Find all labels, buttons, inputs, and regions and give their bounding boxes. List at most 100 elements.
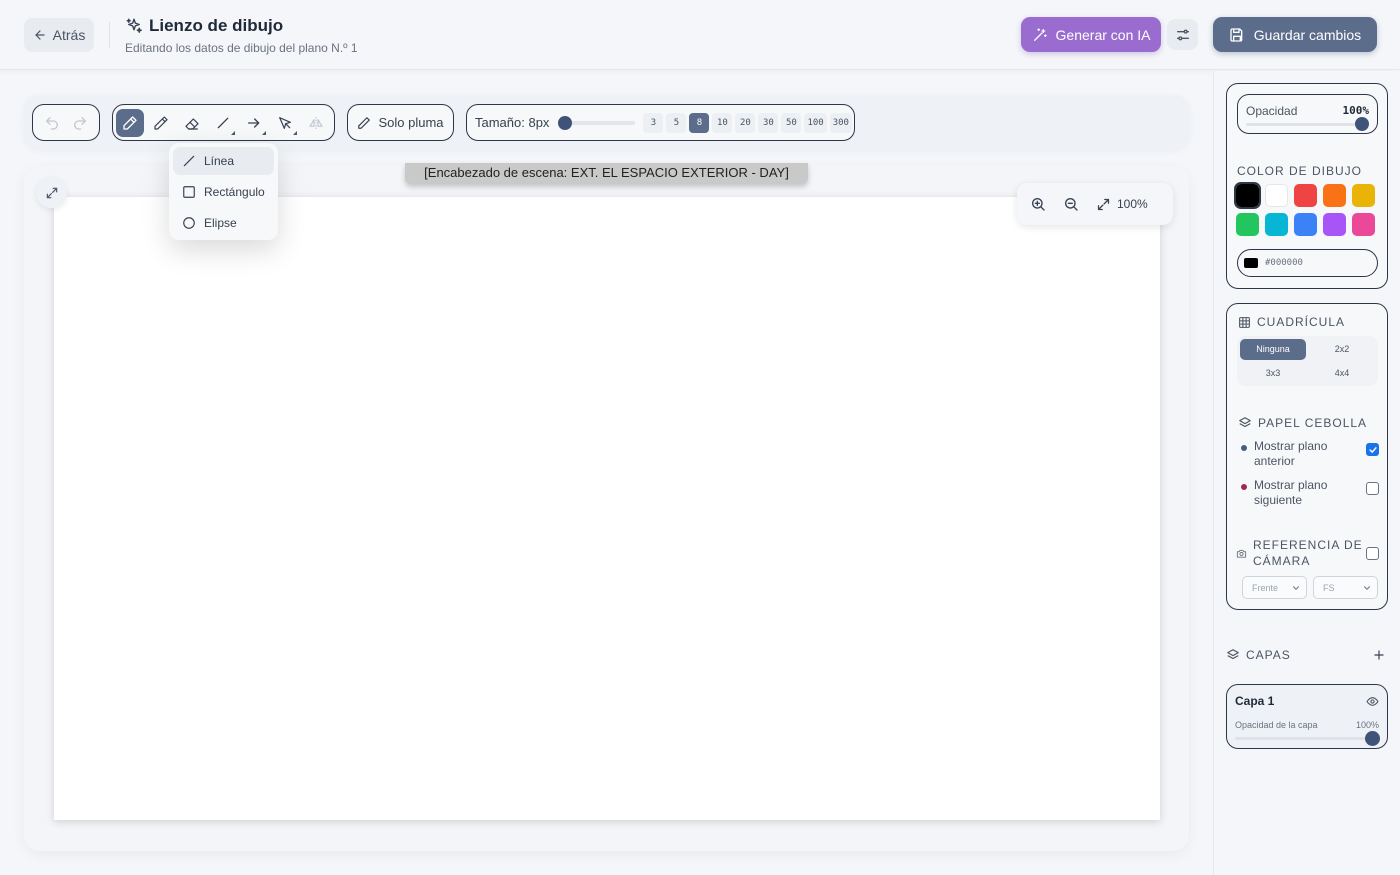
submenu-indicator: [262, 130, 266, 135]
size-preset-300[interactable]: 300: [829, 112, 852, 133]
opacity-slider-thumb[interactable]: [1355, 117, 1369, 131]
shape-option-label: Elipse: [204, 216, 237, 230]
size-preset-50[interactable]: 50: [781, 112, 802, 133]
drawing-toolbar: Solo pluma Tamaño: 8px 3 5 8 10 20 30 50 100 300: [24, 95, 1189, 149]
generate-ai-button[interactable]: Generar con IA: [1021, 17, 1161, 52]
color-swatch[interactable]: [1294, 184, 1317, 207]
tool-arrow[interactable]: [240, 109, 268, 137]
select-icon: [277, 115, 293, 131]
settings-button[interactable]: [1167, 19, 1198, 50]
camera-view-select[interactable]: Frente: [1242, 576, 1307, 599]
eye-icon[interactable]: [1366, 695, 1379, 708]
color-swatch[interactable]: [1236, 213, 1259, 236]
onion-next-checkbox[interactable]: [1366, 482, 1379, 495]
size-preset-20[interactable]: 20: [735, 112, 756, 133]
expand-icon: [45, 186, 59, 200]
layer-opacity-thumb[interactable]: [1365, 731, 1380, 746]
zoom-out-icon[interactable]: [1063, 196, 1079, 212]
generate-ai-label: Generar con IA: [1055, 26, 1151, 43]
size-slider-thumb[interactable]: [558, 115, 573, 130]
layer-opacity-value: 100%: [1355, 720, 1379, 730]
chevron-down-icon: [1362, 583, 1372, 593]
layer-opacity-slider[interactable]: [1235, 731, 1380, 746]
size-preset-100[interactable]: 100: [804, 112, 827, 133]
guides-card: CUADRÍCULA Ninguna 2x2 3x3 4x4 PAPEL CEBOLL…: [1226, 303, 1388, 610]
grid-option-4x4[interactable]: 4x4: [1309, 363, 1375, 384]
size-slider[interactable]: [558, 115, 636, 130]
layer-item[interactable]: Capa 1 Opacidad de la capa 100%: [1226, 684, 1388, 749]
save-icon: [1229, 27, 1245, 43]
tool-line[interactable]: [209, 109, 237, 137]
hex-value: #000000: [1265, 258, 1303, 268]
sparkles-icon: [125, 17, 143, 35]
size-preset-10[interactable]: 10: [712, 112, 733, 133]
size-preset-30[interactable]: 30: [758, 112, 779, 133]
tool-eraser[interactable]: [178, 109, 206, 137]
pen-only-toggle[interactable]: Solo pluma: [347, 104, 454, 141]
color-swatch[interactable]: [1234, 182, 1261, 209]
drawing-canvas[interactable]: [54, 197, 1160, 820]
tool-pen[interactable]: [116, 108, 144, 137]
color-swatch[interactable]: [1352, 184, 1375, 207]
shape-option-line[interactable]: Línea: [173, 147, 274, 175]
save-button[interactable]: Guardar cambios: [1213, 17, 1377, 52]
submenu-indicator: [231, 130, 235, 135]
brush-size-group: Tamaño: 8px 3 5 8 10 20 30 50 100 300: [466, 104, 855, 141]
chevron-down-icon: [1291, 583, 1301, 593]
onion-next-row: Mostrar plano siguiente: [1241, 478, 1379, 508]
onion-prev-label: Mostrar plano anterior: [1254, 439, 1328, 468]
flip-icon: [308, 115, 324, 131]
size-preset-8[interactable]: 8: [689, 112, 710, 133]
color-swatch[interactable]: [1294, 213, 1317, 236]
fit-zoom-button[interactable]: 100%: [1096, 197, 1148, 212]
header-bar: Atrás Lienzo de dibujo Editando los dato…: [0, 0, 1400, 70]
back-button[interactable]: Atrás: [24, 18, 94, 52]
shape-option-ellipse[interactable]: Elipse: [173, 209, 274, 237]
camera-selects: Frente FS: [1242, 576, 1378, 599]
onion-prev-checkbox[interactable]: [1366, 443, 1379, 456]
line-icon: [182, 154, 196, 168]
size-preset-5[interactable]: 5: [666, 112, 687, 133]
layer-name: Capa 1: [1235, 694, 1275, 708]
camera-shot-select[interactable]: FS: [1313, 576, 1378, 599]
save-label: Guardar cambios: [1253, 26, 1362, 43]
add-layer-button[interactable]: [1370, 646, 1388, 664]
size-label: Tamaño: 8px: [475, 115, 550, 130]
color-swatch[interactable]: [1265, 213, 1288, 236]
grid-option-3x3[interactable]: 3x3: [1240, 363, 1306, 384]
tool-select[interactable]: [271, 109, 299, 137]
magic-wand-icon: [1032, 27, 1048, 43]
shape-option-rectangle[interactable]: Rectángulo: [173, 178, 274, 206]
pen-icon: [122, 115, 138, 131]
camera-shot-value: FS: [1323, 582, 1335, 593]
color-swatch[interactable]: [1323, 213, 1346, 236]
grid-option-ninguna[interactable]: Ninguna: [1240, 339, 1306, 360]
size-preset-3[interactable]: 3: [643, 112, 664, 133]
color-swatch[interactable]: [1323, 184, 1346, 207]
camera-ref-checkbox[interactable]: [1366, 546, 1379, 560]
page-subtitle: Editando los datos de dibujo del plano N…: [125, 41, 358, 55]
redo-icon[interactable]: [72, 115, 88, 131]
onion-next-label: Mostrar plano siguiente: [1254, 478, 1328, 507]
plus-icon: [1372, 648, 1386, 662]
opacity-control: Opacidad 100%: [1237, 94, 1378, 134]
undo-icon[interactable]: [44, 115, 60, 131]
tools-group: [112, 104, 335, 141]
grid-option-2x2[interactable]: 2x2: [1309, 339, 1375, 360]
opacity-slider[interactable]: [1246, 117, 1369, 131]
color-swatch[interactable]: [1352, 213, 1375, 236]
color-swatch[interactable]: [1265, 184, 1288, 207]
header-divider: [109, 22, 110, 48]
tool-flip[interactable]: [302, 109, 330, 137]
color-swatches: [1234, 182, 1379, 236]
fullscreen-button[interactable]: [36, 177, 67, 208]
shape-option-label: Línea: [204, 154, 235, 168]
opacity-value: 100%: [1342, 104, 1370, 117]
maximize-icon: [1096, 197, 1111, 212]
zoom-in-icon[interactable]: [1030, 196, 1046, 212]
tool-pencil[interactable]: [147, 109, 175, 137]
hex-color-input[interactable]: #000000: [1237, 249, 1378, 277]
next-frame-dot: [1241, 484, 1247, 490]
camera-title: REFERENCIA DE CÁMARA: [1253, 538, 1363, 568]
onion-header: PAPEL CEBOLLA: [1238, 416, 1367, 430]
